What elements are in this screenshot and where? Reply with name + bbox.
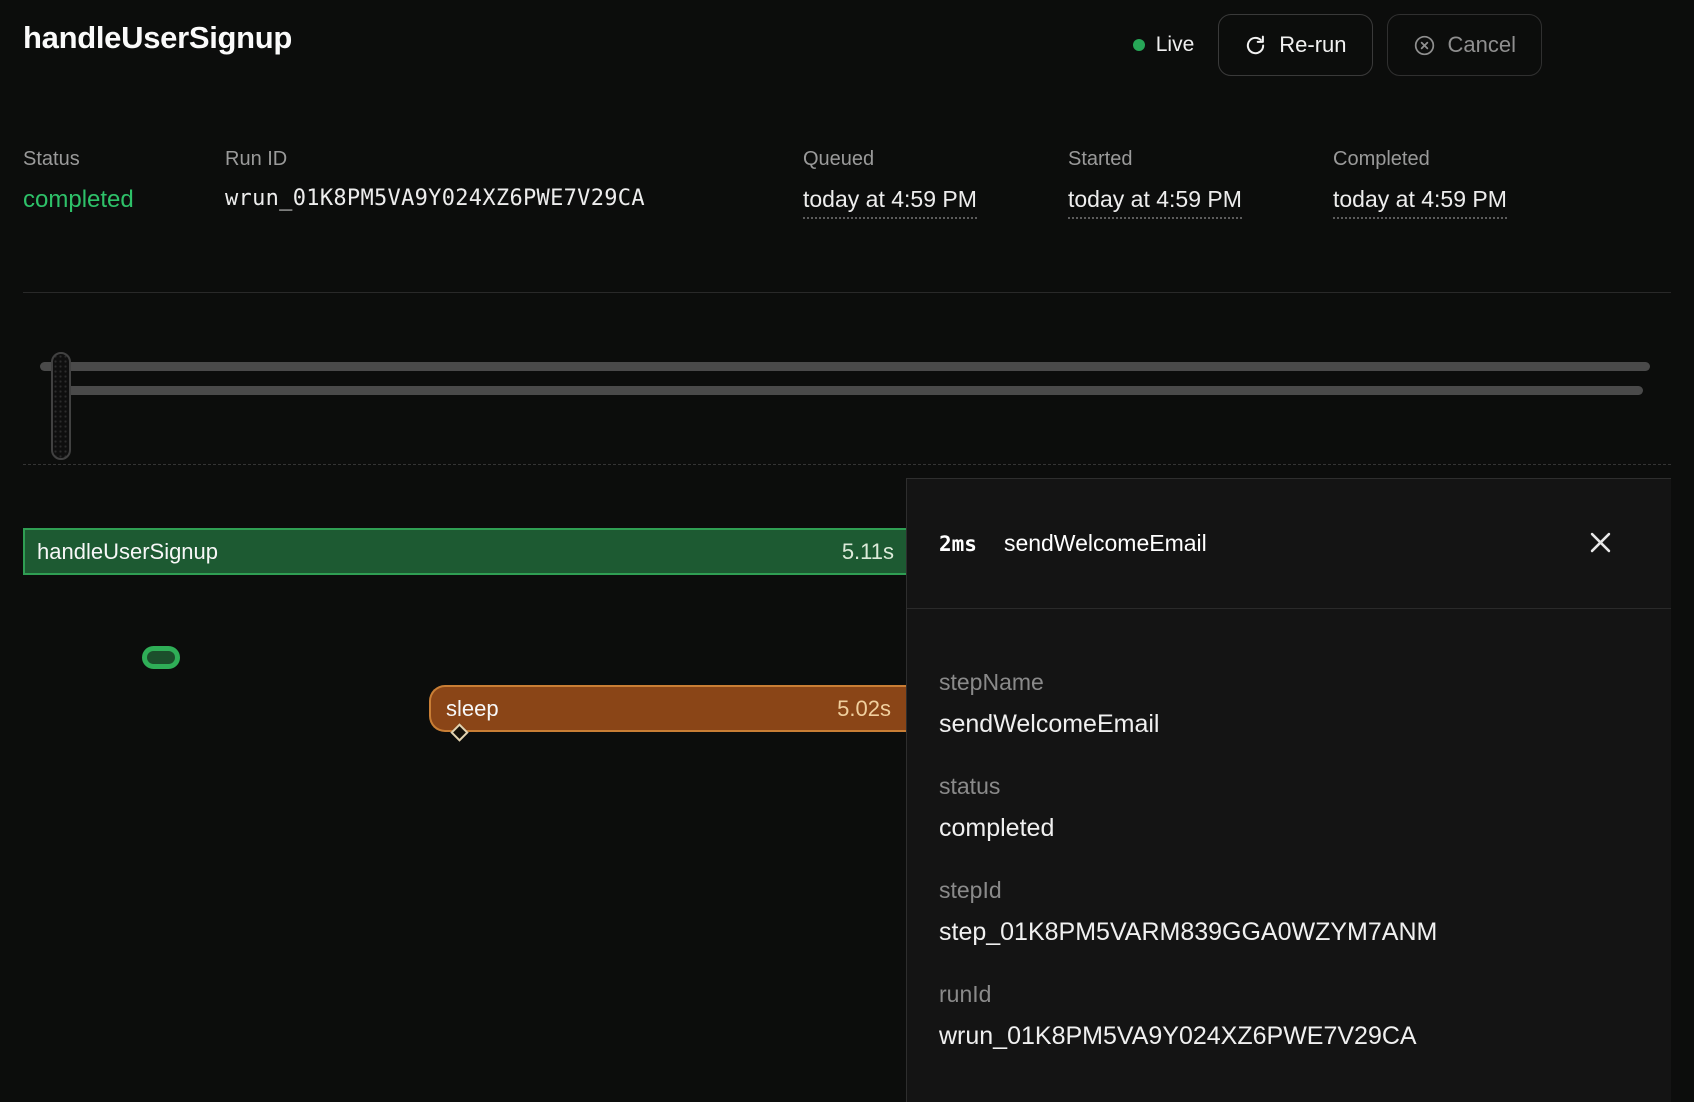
run-id-value: wrun_01K8PM5VA9Y024XZ6PWE7V29CA — [225, 186, 645, 211]
queued-time-value[interactable]: today at 4:59 PM — [803, 186, 977, 219]
bar-duration: 5.02s — [837, 696, 891, 722]
field-label: stepId — [939, 877, 1639, 904]
run-status-value: completed — [23, 186, 134, 214]
page-title: handleUserSignup — [23, 20, 292, 56]
live-dot-icon — [1133, 39, 1145, 51]
step-marker-pill-sendWelcomeEmail[interactable] — [142, 646, 180, 669]
meta-status: Status completed — [23, 148, 134, 214]
field-status: status completed — [939, 773, 1639, 843]
cancel-button[interactable]: Cancel — [1387, 14, 1542, 76]
bar-label: handleUserSignup — [37, 539, 218, 565]
field-stepId: stepId step_01K8PM5VARM839GGA0WZYM7ANM — [939, 877, 1639, 947]
minimap-span-bar-sleep[interactable] — [61, 386, 1643, 395]
live-label: Live — [1156, 33, 1195, 57]
field-value: step_01K8PM5VARM839GGA0WZYM7ANM — [939, 918, 1639, 947]
bar-label: sleep — [446, 696, 499, 722]
field-runId: runId wrun_01K8PM5VA9Y024XZ6PWE7V29CA — [939, 981, 1639, 1051]
meta-run-id: Run ID wrun_01K8PM5VA9Y024XZ6PWE7V29CA — [225, 148, 645, 211]
meta-label: Started — [1068, 148, 1242, 171]
field-value: completed — [939, 814, 1639, 843]
bar-duration: 5.11s — [842, 539, 894, 565]
field-label: stepName — [939, 669, 1639, 696]
meta-label: Queued — [803, 148, 977, 171]
panel-step-title: sendWelcomeEmail — [1004, 530, 1207, 557]
meta-label: Status — [23, 148, 134, 171]
field-value: wrun_01K8PM5VA9Y024XZ6PWE7V29CA — [939, 1022, 1639, 1051]
field-value: sendWelcomeEmail — [939, 710, 1639, 739]
panel-fields: stepName sendWelcomeEmail status complet… — [907, 609, 1671, 1051]
field-label: runId — [939, 981, 1639, 1008]
completed-time-value[interactable]: today at 4:59 PM — [1333, 186, 1507, 219]
refresh-icon — [1244, 34, 1267, 57]
meta-started: Started today at 4:59 PM — [1068, 148, 1242, 219]
minimap-span-bar-root[interactable] — [40, 362, 1650, 371]
close-button[interactable] — [1580, 522, 1621, 566]
field-label: status — [939, 773, 1639, 800]
started-time-value[interactable]: today at 4:59 PM — [1068, 186, 1242, 219]
step-detail-panel: 2ms sendWelcomeEmail stepName sendWelcom… — [906, 478, 1671, 1102]
brush-handle[interactable] — [51, 352, 71, 460]
panel-header: 2ms sendWelcomeEmail — [907, 479, 1671, 609]
close-icon — [1586, 545, 1615, 560]
section-divider — [23, 292, 1671, 293]
rerun-label: Re-run — [1279, 32, 1346, 58]
meta-label: Run ID — [225, 148, 645, 171]
meta-queued: Queued today at 4:59 PM — [803, 148, 977, 219]
minimap-bottom-border — [23, 464, 1671, 465]
meta-label: Completed — [1333, 148, 1507, 171]
meta-completed: Completed today at 4:59 PM — [1333, 148, 1507, 219]
header-controls: Live Re-run Cancel — [1133, 14, 1542, 76]
field-stepName: stepName sendWelcomeEmail — [939, 669, 1639, 739]
gantt-bar-sleep[interactable]: sleep 5.02s — [429, 685, 906, 732]
rerun-button[interactable]: Re-run — [1218, 14, 1372, 76]
cancel-label: Cancel — [1448, 32, 1516, 58]
panel-step-duration: 2ms — [939, 532, 977, 556]
live-indicator[interactable]: Live — [1133, 33, 1195, 57]
gantt-bar-handleUserSignup[interactable]: handleUserSignup 5.11s — [23, 528, 906, 575]
cancel-circle-icon — [1413, 34, 1436, 57]
